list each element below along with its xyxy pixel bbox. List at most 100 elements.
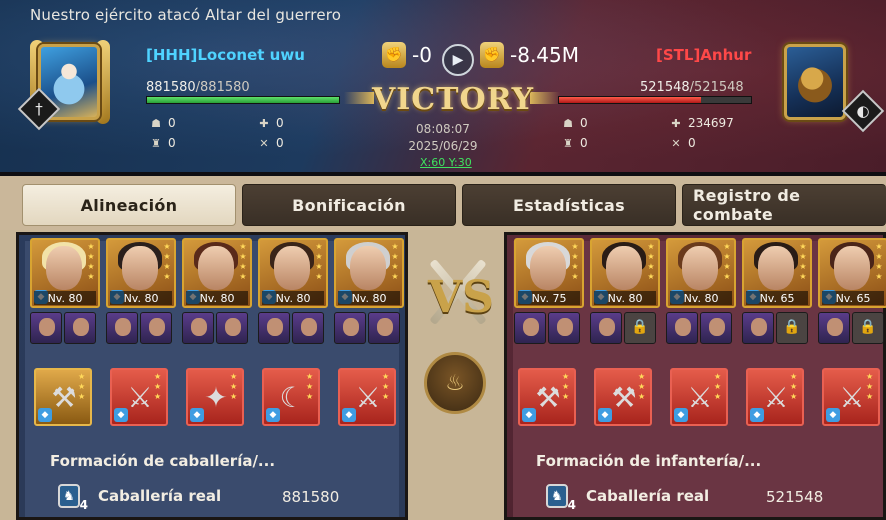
- left-skill-portrait[interactable]: [334, 312, 366, 344]
- tab-registro-combate[interactable]: Registro de combate: [682, 184, 886, 226]
- lock-icon: 🔒: [783, 319, 801, 335]
- left-skill-portrait[interactable]: [140, 312, 172, 344]
- right-equipment-slot[interactable]: ⚔ ★ ★ ★ ◆: [746, 368, 804, 426]
- left-skill-portrait[interactable]: [182, 312, 214, 344]
- helmet-icon: ☗: [151, 116, 161, 130]
- right-skill-portrait[interactable]: 🔒: [852, 312, 884, 344]
- right-score: ✊ -8.45M: [480, 42, 585, 68]
- left-score: ✊ -0: [382, 42, 438, 68]
- right-formation-title[interactable]: Formación de infantería/...: [536, 452, 761, 470]
- right-skill-portrait[interactable]: [514, 312, 546, 344]
- class-icon: ◆: [826, 408, 840, 422]
- right-hp-text: 521548/521548: [640, 80, 744, 95]
- book-flame-button[interactable]: ♨: [424, 352, 486, 414]
- star-rating-icon: ★ ★ ★ ★: [315, 242, 323, 281]
- right-stat-crossed: ✕ 0: [671, 136, 696, 150]
- star-rating-icon: ★ ★ ★ ★: [799, 242, 807, 281]
- battle-time: 08:08:07: [416, 122, 470, 136]
- right-skill-portrait[interactable]: [742, 312, 774, 344]
- lock-icon: 🔒: [859, 319, 877, 335]
- battle-report-header: Nuestro ejército atacó Altar del guerrer…: [0, 0, 886, 176]
- tab-estadisticas[interactable]: Estadísticas: [462, 184, 676, 226]
- left-hero-card[interactable]: ★★★★◆Nv. 80: [258, 238, 328, 308]
- left-skill-portrait[interactable]: [258, 312, 290, 344]
- left-skill-portrait[interactable]: [106, 312, 138, 344]
- left-hero-card[interactable]: ★★★★◆Nv. 80: [334, 238, 404, 308]
- right-stat-heal: ✚ 234697: [671, 116, 734, 130]
- right-hero-card[interactable]: ★★★★◆Nv. 80: [590, 238, 660, 308]
- right-player-name[interactable]: [STL]Anhur: [656, 46, 751, 64]
- right-hero-card[interactable]: ★★★★◆Nv. 75: [514, 238, 584, 308]
- left-stat-crossed: ✕ 0: [259, 136, 284, 150]
- hero-level: Nv. 80: [34, 291, 96, 305]
- victory-wing-left: [344, 92, 374, 104]
- left-formation-title[interactable]: Formación de caballería/...: [50, 452, 275, 470]
- right-equipment-slot[interactable]: ⚒ ★ ★ ★ ◆: [518, 368, 576, 426]
- tower-icon: ♜: [151, 136, 161, 150]
- right-hero-card[interactable]: ★★★★◆Nv. 65: [818, 238, 886, 308]
- class-icon: ◆: [674, 408, 688, 422]
- vs-emblem: VS: [428, 272, 494, 323]
- star-rating-icon: ★ ★ ★ ★: [647, 242, 655, 281]
- right-hp-bar: [558, 96, 752, 104]
- star-rating-icon: ★ ★ ★ ★: [875, 242, 883, 281]
- right-equipment-slot[interactable]: ⚒ ★ ★ ★ ◆: [594, 368, 652, 426]
- left-unit-count: 881580: [282, 488, 340, 506]
- right-skill-portrait[interactable]: [818, 312, 850, 344]
- left-equipment-slot[interactable]: ⚔ ★ ★ ★ ◆: [338, 368, 396, 426]
- tower-icon: ♜: [563, 136, 573, 150]
- left-skill-portrait[interactable]: [64, 312, 96, 344]
- star-rating-icon: ★ ★ ★ ★: [87, 242, 95, 281]
- left-player-name[interactable]: [HHH]Loconet uwu: [146, 46, 305, 64]
- hero-level: Nv. 65: [822, 291, 884, 305]
- right-equipment-slot[interactable]: ⚔ ★ ★ ★ ◆: [670, 368, 728, 426]
- left-equipment-slot[interactable]: ✦ ★ ★ ★ ◆: [186, 368, 244, 426]
- left-skill-portrait[interactable]: [30, 312, 62, 344]
- battle-title: Nuestro ejército atacó Altar del guerrer…: [30, 6, 342, 24]
- left-hp-bar: [146, 96, 340, 104]
- hero-level: Nv. 80: [594, 291, 656, 305]
- right-skill-portrait[interactable]: [700, 312, 732, 344]
- class-icon: ◆: [750, 408, 764, 422]
- right-skill-portrait[interactable]: 🔒: [624, 312, 656, 344]
- class-icon: ◆: [342, 408, 356, 422]
- left-hero-card[interactable]: ★★★★◆Nv. 80: [106, 238, 176, 308]
- cross-sword-icon: ✚: [671, 116, 681, 130]
- battle-coords-link[interactable]: X:60 Y:30: [420, 156, 472, 169]
- class-icon: ◆: [598, 408, 612, 422]
- hero-level: Nv. 80: [186, 291, 248, 305]
- replay-button[interactable]: ▶: [442, 44, 474, 76]
- crossed-swords-icon: ✕: [259, 136, 269, 150]
- right-skill-portrait[interactable]: [548, 312, 580, 344]
- left-unit-row: ♞ 4 Caballería real: [58, 484, 221, 512]
- left-equipment-slot[interactable]: ⚒ ★ ★ ★ ◆: [34, 368, 92, 426]
- star-rating-icon: ★ ★ ★ ★: [723, 242, 731, 281]
- left-hero-card[interactable]: ★★★★◆Nv. 80: [182, 238, 252, 308]
- right-skill-portrait[interactable]: [666, 312, 698, 344]
- left-equipment-slot[interactable]: ☾ ★ ★ ★ ◆: [262, 368, 320, 426]
- left-stat-helmet: ☗ 0: [151, 116, 176, 130]
- right-skill-portrait[interactable]: 🔒: [776, 312, 808, 344]
- shield-class-icon: ◐: [841, 89, 885, 133]
- left-skill-portrait[interactable]: [216, 312, 248, 344]
- right-hero-card[interactable]: ★★★★◆Nv. 65: [742, 238, 812, 308]
- class-icon: ◆: [190, 408, 204, 422]
- left-equipment-slot[interactable]: ⚔ ★ ★ ★ ◆: [110, 368, 168, 426]
- left-skill-portrait[interactable]: [292, 312, 324, 344]
- tab-bonificacion[interactable]: Bonificación: [242, 184, 456, 226]
- left-hp-fill: [147, 97, 339, 103]
- right-hero-card[interactable]: ★★★★◆Nv. 80: [666, 238, 736, 308]
- right-equipment-slot[interactable]: ⚔ ★ ★ ★ ◆: [822, 368, 880, 426]
- tab-alineacion[interactable]: Alineación: [22, 184, 236, 226]
- right-stat-tower: ♜ 0: [563, 136, 588, 150]
- left-hero-card[interactable]: ★★★★◆Nv. 80: [30, 238, 100, 308]
- battle-date: 2025/06/29: [408, 139, 478, 153]
- cavalry-horse-icon: ♞ 4: [546, 484, 576, 512]
- hero-level: Nv. 80: [262, 291, 324, 305]
- star-rating-icon: ★ ★ ★ ★: [391, 242, 399, 281]
- hero-level: Nv. 80: [110, 291, 172, 305]
- left-skill-portrait[interactable]: [368, 312, 400, 344]
- hero-level: Nv. 65: [746, 291, 808, 305]
- right-player-avatar[interactable]: [784, 44, 846, 120]
- right-skill-portrait[interactable]: [590, 312, 622, 344]
